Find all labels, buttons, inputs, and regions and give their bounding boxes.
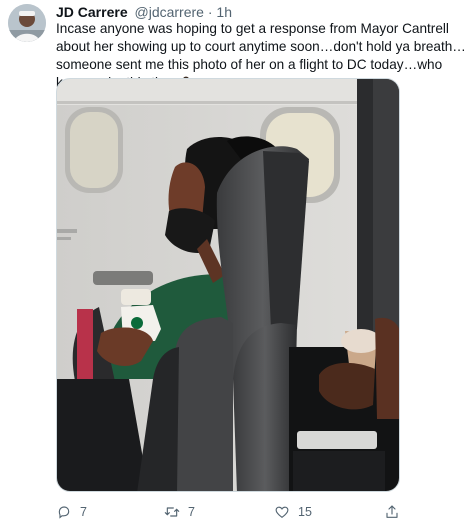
share-button[interactable] [384, 502, 400, 522]
reply-button[interactable]: 7 [56, 502, 87, 522]
tweet-timestamp[interactable]: 1h [216, 4, 232, 20]
tweet-card[interactable]: JD Carrere @jdcarrere · 1h Incase anyone… [0, 0, 474, 526]
tweet-header: JD Carrere @jdcarrere · 1h [56, 3, 232, 21]
like-button[interactable]: 15 [274, 502, 312, 522]
like-count: 15 [298, 505, 312, 519]
share-icon [386, 505, 398, 518]
avatar[interactable] [8, 4, 46, 42]
retweet-icon [164, 507, 180, 517]
reply-count: 7 [80, 505, 87, 519]
tweet-photo[interactable] [56, 78, 400, 492]
heart-icon [275, 506, 289, 519]
retweet-count: 7 [188, 505, 195, 519]
reply-icon [58, 506, 70, 519]
retweet-button[interactable]: 7 [164, 502, 195, 522]
tweet-actions: 7 7 15 [56, 502, 466, 522]
separator-dot: · [207, 4, 213, 20]
user-handle[interactable]: @jdcarrere [135, 4, 204, 20]
display-name[interactable]: JD Carrere [56, 4, 128, 20]
